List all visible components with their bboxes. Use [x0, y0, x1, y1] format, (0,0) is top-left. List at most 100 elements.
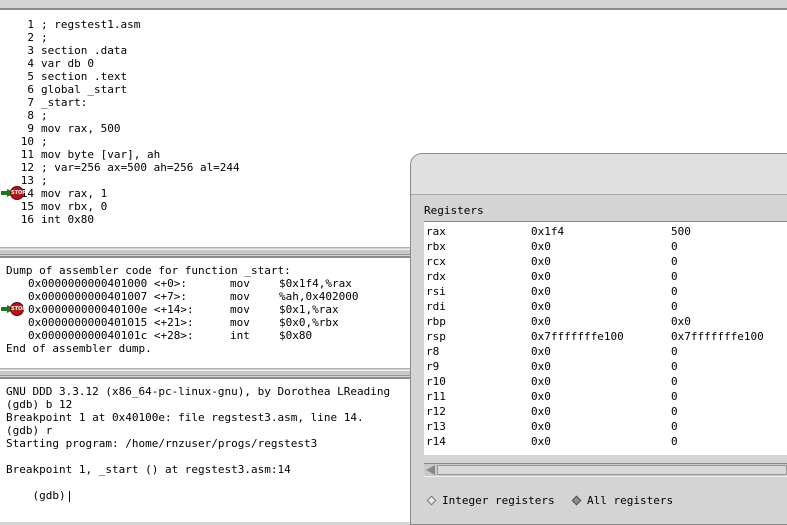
source-line: section .data [41, 44, 128, 57]
register-hex: 0x0 [531, 435, 551, 448]
register-hex: 0x0 [531, 405, 551, 418]
line-number[interactable]: 3 [0, 44, 34, 57]
line-number[interactable]: 2 [0, 31, 34, 44]
register-row[interactable]: rsi 0x0 0 [426, 284, 786, 299]
integer-registers-label: Integer registers [442, 494, 555, 507]
line-number[interactable]: 10 [0, 135, 34, 148]
register-hex: 0x0 [531, 315, 551, 328]
register-row[interactable]: r10 0x0 0 [426, 374, 786, 389]
register-row[interactable]: r8 0x0 0 [426, 344, 786, 359]
stop-sign-icon: STOP [10, 302, 26, 316]
register-row[interactable]: rcx 0x0 0 [426, 254, 786, 269]
register-row[interactable]: rax 0x1f4 500 [426, 224, 786, 239]
line-number[interactable]: 7 [0, 96, 34, 109]
asm-address: 0x000000000040101c <+28>: [28, 329, 194, 342]
register-hex: 0x0 [531, 255, 551, 268]
asm-address: 0x000000000040100e <+14>: [28, 303, 194, 316]
console-line: Breakpoint 1 at 0x40100e: file regstest3… [6, 411, 364, 424]
register-value: 0 [671, 270, 678, 283]
asm-address: 0x0000000000401007 <+7>: [28, 290, 187, 303]
line-number[interactable]: 9 [0, 122, 34, 135]
asm-address: 0x0000000000401015 <+21>: [28, 316, 194, 329]
radio-diamond-icon [426, 495, 437, 506]
line-number[interactable]: 5 [0, 70, 34, 83]
source-line: var db 0 [41, 57, 94, 70]
register-row[interactable]: r9 0x0 0 [426, 359, 786, 374]
registers-titlebar[interactable] [411, 154, 787, 195]
asm-footer: End of assembler dump. [6, 342, 152, 355]
scroll-left-icon[interactable] [426, 465, 435, 475]
console-prompt-line[interactable]: (gdb) [6, 476, 70, 502]
register-name: rcx [426, 255, 446, 268]
breakpoint-stop-icon[interactable]: STOP [1, 302, 26, 316]
line-number[interactable]: 11 [0, 148, 34, 161]
radio-diamond-icon [571, 495, 582, 506]
register-hex: 0x0 [531, 240, 551, 253]
line-number[interactable]: 8 [0, 109, 34, 122]
asm-opcode: mov [230, 277, 250, 290]
text-cursor [68, 490, 70, 502]
register-row[interactable]: rbx 0x0 0 [426, 239, 786, 254]
breakpoint-stop-icon[interactable]: STOP [1, 186, 26, 200]
register-value: 0 [671, 420, 678, 433]
asm-operands: $0x1,%rax [279, 303, 339, 316]
register-hex: 0x0 [531, 420, 551, 433]
register-name: rsi [426, 285, 446, 298]
console-line: GNU DDD 3.3.12 (x86_64-pc-linux-gnu), by… [6, 385, 391, 398]
register-value: 0x7fffffffe100 [671, 330, 764, 343]
register-value: 0 [671, 240, 678, 253]
register-name: rsp [426, 330, 446, 343]
register-value: 0 [671, 360, 678, 373]
register-value: 0 [671, 405, 678, 418]
source-line: _start: [41, 96, 88, 109]
line-number[interactable]: 16 [0, 213, 34, 226]
register-name: rbp [426, 315, 446, 328]
asm-operands: $0x1f4,%rax [279, 277, 352, 290]
register-name: r13 [426, 420, 446, 433]
register-row[interactable]: r14 0x0 0 [426, 434, 786, 449]
register-hex: 0x0 [531, 270, 551, 283]
register-row[interactable]: rdx 0x0 0 [426, 269, 786, 284]
line-number[interactable]: 12 [0, 161, 34, 174]
registers-table[interactable]: rax 0x1f4 500 rbx 0x0 0 rcx 0x0 0 rdx 0x0 0 rsi 0x0 0 r… [424, 221, 787, 455]
register-name: rbx [426, 240, 446, 253]
register-row[interactable]: rbp 0x0 0x0 [426, 314, 786, 329]
register-name: r10 [426, 375, 446, 388]
register-hex: 0x0 [531, 345, 551, 358]
register-name: r14 [426, 435, 446, 448]
asm-operands: %ah,0x402000 [279, 290, 359, 303]
register-row[interactable]: r13 0x0 0 [426, 419, 786, 434]
registers-window[interactable]: Registers rax 0x1f4 500 rbx 0x0 0 rcx 0x0 0 rdx 0x… [410, 153, 787, 525]
registers-title: Registers [424, 204, 484, 217]
register-name: r12 [426, 405, 446, 418]
stop-sign-icon: STOP [10, 186, 26, 200]
register-value: 0 [671, 435, 678, 448]
source-line: global _start [41, 83, 128, 96]
asm-operands: $0x0,%rbx [279, 316, 339, 329]
console-line: (gdb) r [6, 424, 53, 437]
register-name: r11 [426, 390, 446, 403]
scrollbar-thumb[interactable] [437, 465, 787, 475]
register-row[interactable]: r12 0x0 0 [426, 404, 786, 419]
line-number[interactable]: 4 [0, 57, 34, 70]
source-line: ; [41, 174, 48, 187]
all-registers-label: All registers [587, 494, 674, 507]
line-number[interactable]: 1 [0, 18, 34, 31]
line-number[interactable]: 6 [0, 83, 34, 96]
line-number[interactable]: 15 [0, 200, 34, 213]
source-line: section .text [41, 70, 128, 83]
register-hex: 0x0 [531, 360, 551, 373]
register-value: 0 [671, 300, 678, 313]
register-row[interactable]: rsp 0x7fffffffe100 0x7fffffffe100 [426, 329, 786, 344]
register-row[interactable]: rdi 0x0 0 [426, 299, 786, 314]
register-row[interactable]: r11 0x0 0 [426, 389, 786, 404]
source-line: mov rbx, 0 [41, 200, 108, 213]
asm-address: 0x0000000000401000 <+0>: [28, 277, 187, 290]
register-hex: 0x0 [531, 300, 551, 313]
source-line: ; [41, 31, 48, 44]
register-name: rdi [426, 300, 446, 313]
registers-hscrollbar[interactable] [424, 463, 787, 477]
source-line: ; regstest1.asm [41, 18, 141, 31]
source-line: mov rax, 500 [41, 122, 121, 135]
register-value: 500 [671, 225, 691, 238]
